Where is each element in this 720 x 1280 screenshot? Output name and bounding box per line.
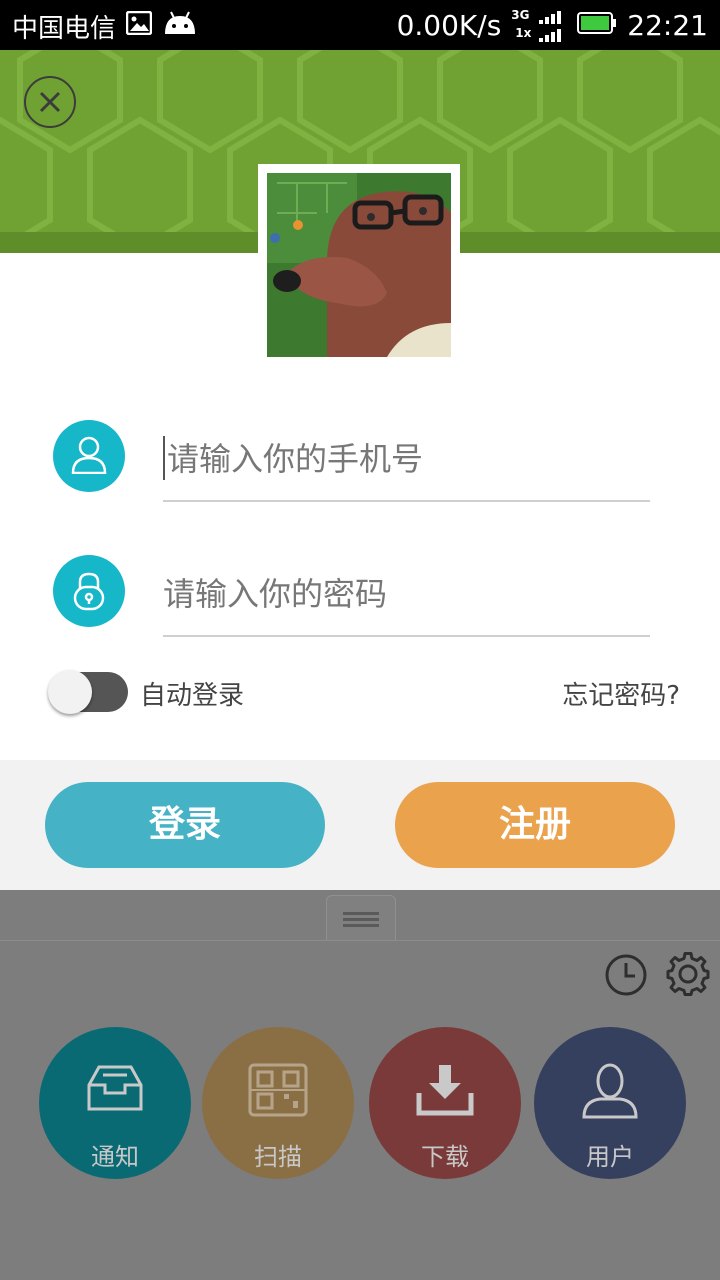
android-icon	[162, 10, 198, 43]
close-button[interactable]	[24, 76, 76, 128]
user-action[interactable]: 用户	[534, 1027, 686, 1179]
clock-icon[interactable]	[604, 953, 648, 997]
phone-input-wrap	[163, 420, 650, 502]
background-topbar	[0, 890, 720, 941]
scan-label: 扫描	[254, 1143, 302, 1171]
drawer-handle[interactable]	[326, 895, 396, 940]
download-action[interactable]: 下载	[369, 1027, 521, 1179]
status-bar: 中国电信 0.00K/s 3G 1x 22:21	[0, 0, 720, 50]
login-panel: 自动登录 忘记密码? 登录 注册	[0, 50, 720, 890]
network-type-label: 3G	[511, 8, 530, 22]
gear-icon[interactable]	[666, 952, 710, 996]
lock-icon	[73, 572, 105, 611]
carrier-name: 中国电信	[12, 14, 117, 44]
phone-field-icon-circle	[53, 420, 125, 492]
qr-code-icon	[248, 1063, 308, 1117]
avatar[interactable]	[258, 164, 460, 366]
password-field-icon-circle	[53, 555, 125, 627]
bear-avatar-icon	[267, 173, 451, 357]
image-icon	[125, 10, 153, 42]
clock-time: 22:21	[627, 8, 708, 42]
scan-action[interactable]: 扫描	[202, 1027, 354, 1179]
password-input[interactable]	[163, 569, 643, 619]
signal-icon: 3G 1x	[511, 8, 567, 42]
notify-label: 通知	[91, 1143, 139, 1171]
user-label: 用户	[586, 1143, 634, 1171]
download-icon	[416, 1065, 474, 1116]
password-input-wrap	[163, 555, 650, 637]
close-icon	[39, 91, 61, 113]
user-icon	[71, 436, 107, 474]
register-button[interactable]: 注册	[395, 782, 675, 868]
inbox-icon	[87, 1065, 143, 1111]
network-speed: 0.00K/s	[396, 8, 502, 42]
notify-action[interactable]: 通知	[39, 1027, 191, 1179]
download-label: 下载	[421, 1143, 469, 1171]
auto-login-toggle[interactable]	[48, 670, 128, 714]
phone-input[interactable]	[163, 434, 647, 484]
user-icon	[582, 1063, 638, 1119]
login-button[interactable]: 登录	[45, 782, 325, 868]
toggle-knob	[48, 670, 92, 714]
button-area: 登录 注册	[0, 760, 720, 890]
auto-login-label: 自动登录	[140, 681, 245, 711]
network-type-label-secondary: 1x	[515, 26, 532, 40]
battery-icon	[577, 9, 617, 42]
forgot-password-link[interactable]: 忘记密码?	[562, 675, 680, 712]
background-app: 通知 扫描 下载 用户	[0, 890, 720, 1280]
